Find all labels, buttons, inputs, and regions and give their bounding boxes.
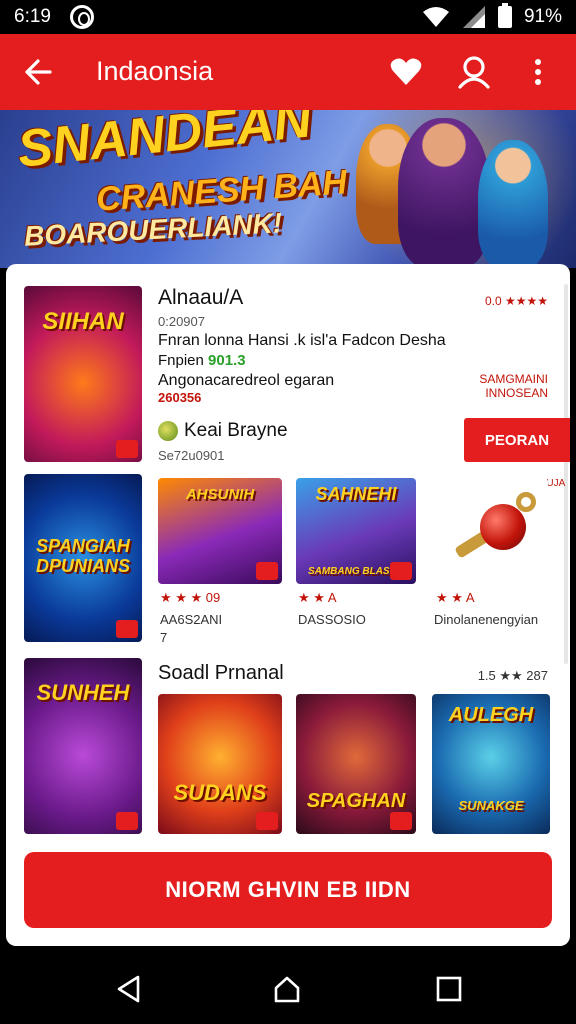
section-thumbnail-tall[interactable]: SUNHEH [24, 658, 142, 834]
developer-name: Keai Brayne [184, 420, 288, 441]
scrollbar[interactable] [564, 284, 568, 664]
item2-rating: ★ ★ A [298, 590, 337, 605]
promo-banner[interactable]: SNANDEAN CRANESH BAH BOAROUERLIANK! [0, 110, 576, 268]
signal-icon [462, 6, 485, 28]
game-thumbnail-2[interactable]: SAHNEHI SAMBANG BLASHB [296, 478, 416, 584]
section-thumbnail-2[interactable]: SPAGHAN [296, 694, 416, 834]
status-bar: 6:19 91% [0, 0, 576, 34]
section-thumbnail-3[interactable]: AULEGH SUNAKGE [432, 694, 550, 834]
content-card: SIIHAN Alnaau/A 0:20907 Fnran lonna Hans… [6, 264, 570, 946]
developer-avatar-icon [158, 421, 178, 441]
section-title[interactable]: Soadl Prnanal [158, 662, 284, 685]
banner-hero-right [478, 140, 548, 268]
item1-caption: AA6S2ANI [160, 612, 223, 627]
thumbnail-label: SUNHEH [36, 680, 130, 705]
item2-caption: DASSOSIO [298, 612, 366, 627]
side-label-line2: INNOSEAN [485, 386, 548, 400]
developer-subtext: Se72u0901 [158, 448, 225, 463]
toolbar-title: Indaonsia [96, 56, 214, 86]
thumbnail-badge [256, 562, 278, 580]
battery-percent: 91% [523, 6, 562, 27]
thumbnail-label: SPANGIAH DPUNIANS [35, 536, 130, 576]
developer-row[interactable]: Keai Brayne [158, 420, 288, 442]
featured-install-button[interactable]: PEORAN [464, 418, 570, 462]
nav-recents-icon[interactable] [434, 974, 464, 1004]
nav-back-icon[interactable] [114, 974, 144, 1004]
system-nav-bar [0, 952, 576, 1024]
primary-action-button[interactable]: NIORM GHVIN EB IIDN [24, 852, 552, 928]
featured-price: Fnpien 901.3 [158, 352, 246, 369]
favorite-heart-icon[interactable] [386, 52, 426, 92]
thumbnail-label: SIIHAN [42, 308, 124, 335]
thumbnail-label: AULEGH [448, 704, 534, 726]
price-value: 901.3 [208, 352, 246, 369]
key-ring [516, 492, 536, 512]
wifi-icon [422, 7, 449, 27]
side-label-line1: SAMGMAINI [479, 372, 548, 386]
thumbnail-label: SUDANS [173, 780, 267, 805]
app-toolbar: Indaonsia [0, 34, 576, 110]
featured-top-rating: 0.0 ★★★★ [484, 294, 548, 308]
thumbnail-badge [390, 812, 412, 830]
featured-id: 0:20907 [158, 314, 205, 329]
featured-arrangement: Angonacaredreol egaran [158, 372, 335, 389]
notification-app-icon [70, 5, 94, 29]
game-thumbnail-tall[interactable]: SPANGIAH DPUNIANS [24, 474, 142, 642]
game-thumbnail-1[interactable]: AHSUNIH [158, 478, 282, 584]
thumbnail-badge [116, 440, 138, 458]
back-arrow-icon[interactable] [18, 52, 58, 92]
more-options-icon[interactable] [518, 52, 558, 92]
thumbnail-badge [390, 562, 412, 580]
item1-rating: ★ ★ ★ 09 [160, 590, 221, 605]
featured-title[interactable]: Alnaau/A [158, 286, 243, 310]
thumbnail-label: AHSUNIH [185, 486, 255, 503]
thumbnail-label: SAHNEHI [315, 484, 397, 504]
battery-icon [497, 3, 512, 28]
thumbnail-badge [116, 620, 138, 638]
nav-home-icon[interactable] [272, 974, 302, 1004]
featured-side-label: SAMGMAINI INNOSEAN [479, 372, 548, 400]
section-meta: 1.5 ★★ 287 [477, 668, 548, 683]
thumbnail-label: SPAGHAN [306, 790, 406, 812]
featured-game-thumbnail[interactable]: SIIHAN [24, 286, 142, 462]
item3-caption: Dinolanenengyian [434, 612, 539, 627]
section-thumbnail-1[interactable]: SUDANS [158, 694, 282, 834]
featured-description: Fnran lonna Hansi .k isl'a Fadcon Desha [158, 332, 446, 349]
status-indicators: 91% [422, 3, 562, 28]
thumbnail-badge [256, 812, 278, 830]
price-label: Fnpien [158, 352, 204, 369]
key-orb-icon [480, 504, 526, 550]
thumbnail-sublabel: SUNAKGE [458, 798, 524, 813]
banner-hero-center [398, 118, 490, 268]
status-time: 6:19 [14, 6, 51, 27]
item1-caption-extra: 7 [160, 630, 168, 645]
banner-tagline: BOAROUERLIANK! [23, 207, 283, 252]
item3-rating: ★ ★ A [436, 590, 475, 605]
account-icon[interactable] [454, 52, 494, 92]
key-item-image[interactable] [440, 478, 548, 578]
featured-rating: 260356 [158, 390, 202, 405]
thumbnail-badge [116, 812, 138, 830]
